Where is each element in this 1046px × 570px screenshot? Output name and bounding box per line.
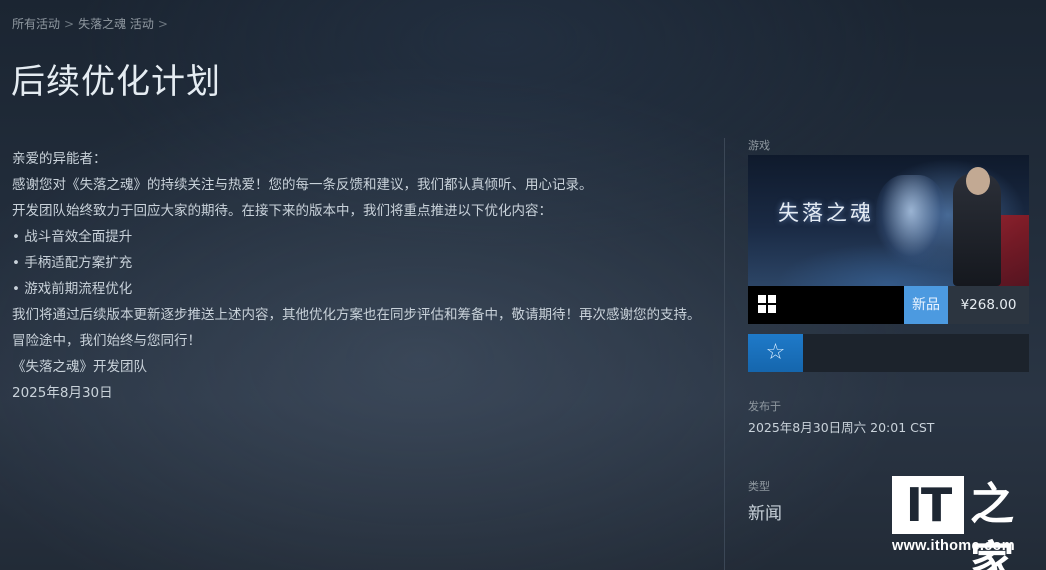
page-title: 后续优化计划 bbox=[11, 62, 221, 102]
dragon-artwork bbox=[876, 175, 946, 265]
game-capsule-image[interactable]: 失落之魂 bbox=[748, 155, 1029, 286]
body-paragraph: 我们将通过后续版本更新逐步推送上述内容，其他优化方案也在同步评估和筹备中，敬请期… bbox=[12, 307, 701, 349]
type-value: 新闻 bbox=[748, 504, 782, 524]
price-button[interactable]: ¥268.00 bbox=[948, 286, 1029, 324]
ithome-watermark: IT 之家 www.ithome.com bbox=[892, 476, 1034, 570]
watermark-url: www.ithome.com bbox=[892, 538, 1015, 554]
signature: 《失落之魂》开发团队 bbox=[12, 359, 147, 375]
announcement-body: 亲爱的异能者： 感谢您对《失落之魂》的持续关注与热爱！您的每一条反馈和建议，我们… bbox=[12, 146, 702, 406]
breadcrumb-separator: > bbox=[64, 17, 75, 31]
game-logo: 失落之魂 bbox=[778, 201, 874, 225]
published-value: 2025年8月30日周六 20:01 CST bbox=[748, 420, 935, 435]
date: 2025年8月30日 bbox=[12, 385, 113, 401]
watermark-zh-logo: 之家 bbox=[970, 479, 1014, 570]
body-paragraph: 感谢您对《失落之魂》的持续关注与热爱！您的每一条反馈和建议，我们都认真倾听、用心… bbox=[12, 177, 593, 193]
body-paragraph: 开发团队始终致力于回应大家的期待。在接下来的版本中，我们将重点推进以下优化内容： bbox=[12, 203, 552, 219]
breadcrumb-all-events[interactable]: 所有活动 bbox=[12, 17, 60, 31]
game-section-label: 游戏 bbox=[748, 139, 770, 152]
published-label: 发布于 bbox=[748, 400, 781, 413]
new-release-badge: 新品 bbox=[904, 286, 948, 324]
type-label: 类型 bbox=[748, 480, 770, 493]
watermark-it-logo: IT bbox=[892, 476, 964, 534]
sidebar-divider bbox=[724, 138, 725, 570]
wishlist-bar: ☆ bbox=[748, 334, 1029, 372]
breadcrumb-game-events[interactable]: 失落之魂 活动 bbox=[78, 17, 154, 31]
windows-icon bbox=[758, 295, 776, 313]
purchase-bar: 新品 ¥268.00 bbox=[748, 286, 1029, 324]
greeting: 亲爱的异能者： bbox=[12, 151, 107, 167]
bullet-item: • 游戏前期流程优化 bbox=[12, 281, 133, 297]
character-head bbox=[966, 167, 990, 195]
wishlist-star-icon[interactable]: ☆ bbox=[748, 334, 803, 372]
breadcrumb-separator: > bbox=[157, 17, 168, 31]
bullet-item: • 手柄适配方案扩充 bbox=[12, 255, 133, 271]
bullet-item: • 战斗音效全面提升 bbox=[12, 229, 133, 245]
breadcrumb: 所有活动 > 失落之魂 活动 > bbox=[12, 15, 172, 32]
